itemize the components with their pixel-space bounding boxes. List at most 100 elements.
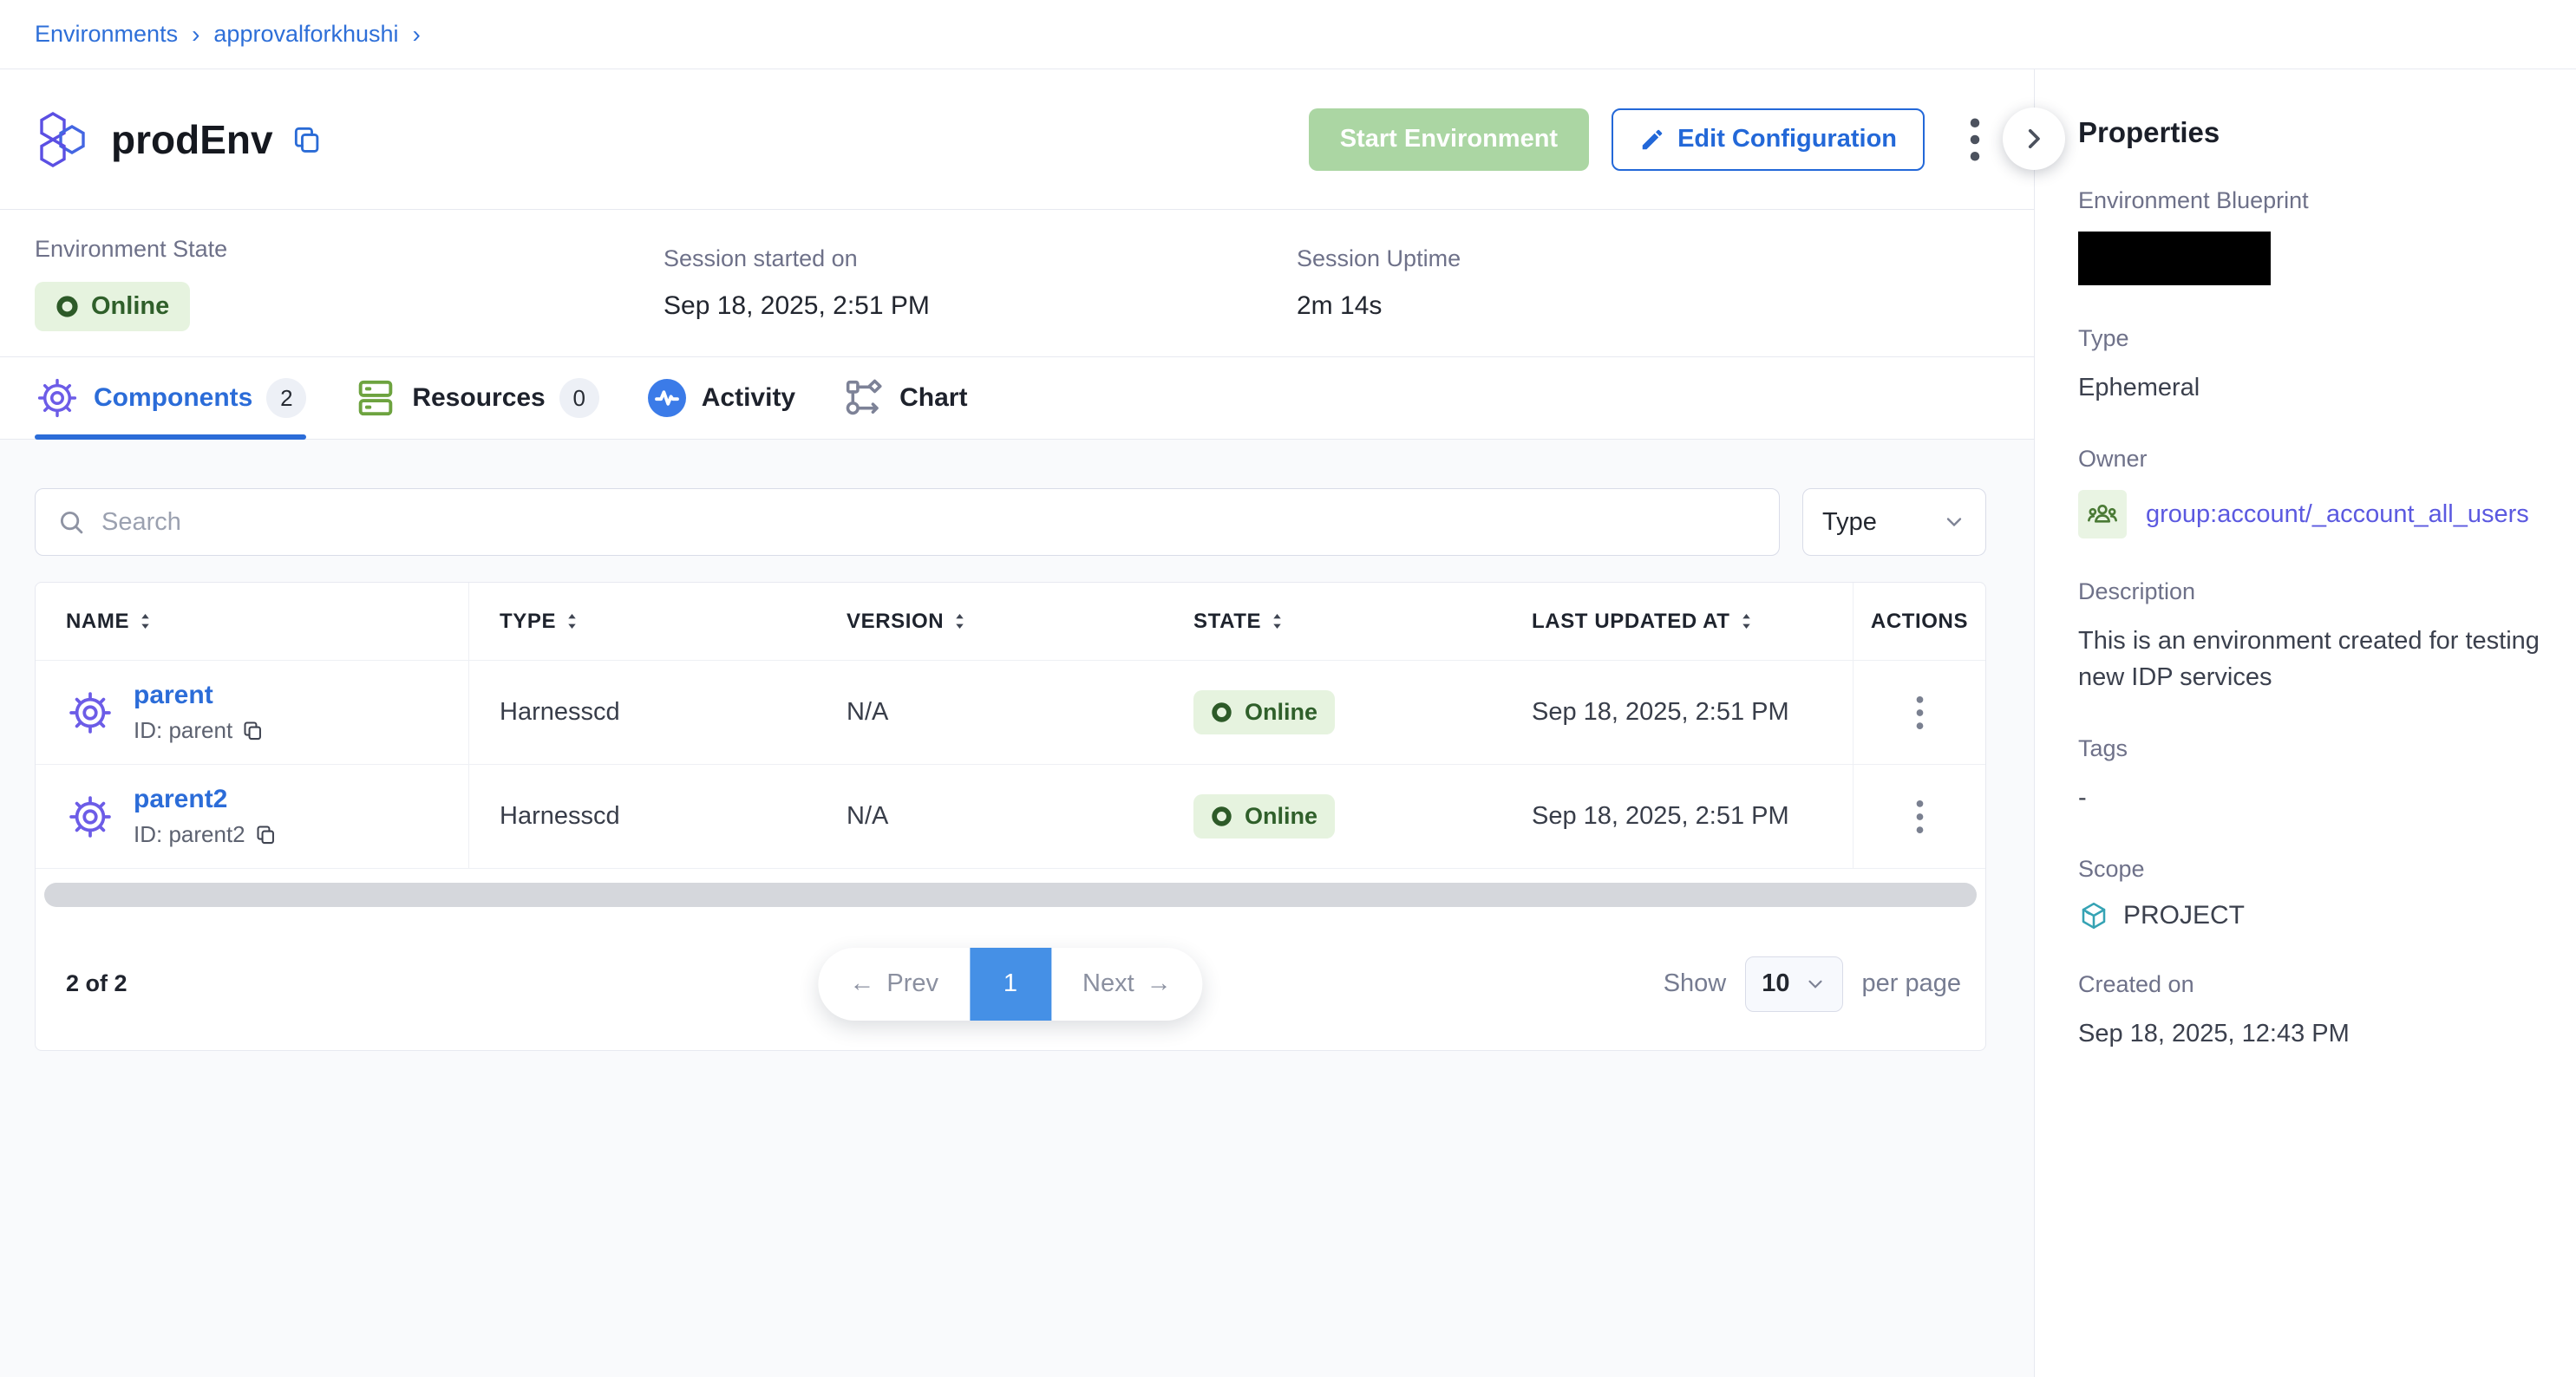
column-header-state[interactable]: STATE bbox=[1163, 583, 1501, 660]
session-uptime-label: Session Uptime bbox=[1297, 245, 1461, 272]
gear-icon bbox=[35, 375, 80, 421]
component-name-link[interactable]: parent bbox=[134, 681, 213, 709]
edit-configuration-button[interactable]: Edit Configuration bbox=[1612, 108, 1925, 171]
component-id: ID: parent bbox=[134, 717, 232, 744]
properties-panel: Properties Environment Blueprint Type Ep… bbox=[2034, 69, 2576, 1377]
tab-resources-label: Resources bbox=[412, 383, 545, 413]
tab-chart-label: Chart bbox=[899, 383, 967, 413]
properties-title: Properties bbox=[2078, 116, 2541, 149]
search-icon bbox=[56, 507, 86, 537]
redacted-blueprint-value bbox=[2078, 232, 2271, 285]
row-kebab-icon[interactable] bbox=[1915, 797, 1925, 837]
stack-icon bbox=[353, 375, 398, 421]
blueprint-label: Environment Blueprint bbox=[2078, 187, 2541, 214]
per-page-label: per page bbox=[1862, 969, 1962, 998]
column-header-last-updated[interactable]: LAST UPDATED AT bbox=[1501, 583, 1853, 660]
current-page-button[interactable]: 1 bbox=[970, 948, 1051, 1021]
start-environment-button[interactable]: Start Environment bbox=[1309, 108, 1589, 171]
status-badge: Online bbox=[1193, 690, 1335, 734]
owner-label: Owner bbox=[2078, 446, 2541, 473]
main-panel: prodEnv Start Environment Edit Configura… bbox=[0, 69, 2034, 1377]
status-badge-label: Online bbox=[1245, 803, 1317, 830]
breadcrumb-approvalforkhushi-link[interactable]: approvalforkhushi bbox=[213, 21, 398, 48]
sort-icon bbox=[954, 613, 965, 630]
arrow-left-icon: ← bbox=[849, 969, 874, 998]
components-table-card: NAME TYPE VERSION STATE bbox=[35, 582, 1986, 1051]
tab-chart[interactable]: Chart bbox=[842, 357, 967, 439]
tab-components-label: Components bbox=[94, 383, 252, 413]
component-last-updated: Sep 18, 2025, 2:51 PM bbox=[1501, 698, 1853, 727]
type-value: Ephemeral bbox=[2078, 369, 2541, 406]
column-header-type[interactable]: TYPE bbox=[469, 583, 816, 660]
next-page-button[interactable]: Next → bbox=[1051, 948, 1203, 1021]
horizontal-scrollbar[interactable] bbox=[44, 883, 1977, 907]
column-header-version[interactable]: VERSION bbox=[816, 583, 1163, 660]
component-name-link[interactable]: parent2 bbox=[134, 785, 227, 813]
sort-icon bbox=[1741, 613, 1752, 630]
chevron-down-icon bbox=[1804, 973, 1827, 995]
edit-configuration-label: Edit Configuration bbox=[1677, 125, 1897, 153]
search-input[interactable] bbox=[101, 508, 1758, 537]
tab-activity[interactable]: Activity bbox=[646, 357, 795, 439]
breadcrumb-environments-link[interactable]: Environments bbox=[35, 21, 178, 48]
row-kebab-icon[interactable] bbox=[1915, 693, 1925, 733]
kebab-icon[interactable] bbox=[1951, 108, 1999, 171]
copy-icon[interactable] bbox=[241, 719, 265, 742]
breadcrumb-separator: › bbox=[413, 21, 421, 49]
status-ring-icon bbox=[1211, 806, 1232, 827]
status-ring-icon bbox=[56, 295, 79, 318]
cube-icon bbox=[2078, 900, 2109, 931]
prev-page-label: Prev bbox=[886, 969, 938, 998]
created-on-label: Created on bbox=[2078, 971, 2541, 998]
gear-icon bbox=[66, 688, 114, 737]
type-label: Type bbox=[2078, 325, 2541, 352]
chevron-right-icon bbox=[2019, 124, 2049, 153]
hexagons-icon bbox=[35, 112, 90, 167]
pulse-icon bbox=[646, 377, 688, 419]
component-type: Harnesscd bbox=[469, 802, 816, 831]
column-header-actions: ACTIONS bbox=[1853, 583, 1985, 660]
show-label: Show bbox=[1664, 969, 1727, 998]
prev-page-button[interactable]: ← Prev bbox=[818, 948, 970, 1021]
component-last-updated: Sep 18, 2025, 2:51 PM bbox=[1501, 802, 1853, 831]
breadcrumb-separator: › bbox=[192, 21, 199, 49]
sort-icon bbox=[566, 613, 578, 630]
arrow-right-icon: → bbox=[1147, 969, 1172, 998]
tab-resources-count: 0 bbox=[559, 378, 599, 418]
component-version: N/A bbox=[816, 802, 1163, 831]
pager: ← Prev 1 Next → bbox=[818, 948, 1202, 1021]
column-header-name[interactable]: NAME bbox=[36, 583, 469, 660]
tab-resources[interactable]: Resources 0 bbox=[353, 357, 598, 439]
environment-state-label: Environment State bbox=[35, 236, 664, 263]
tags-value: - bbox=[2078, 780, 2541, 816]
owner-group-link[interactable]: group:account/_account_all_users bbox=[2146, 500, 2529, 529]
tab-components[interactable]: Components 2 bbox=[35, 357, 306, 439]
next-page-label: Next bbox=[1082, 969, 1134, 998]
column-header-name-label: NAME bbox=[66, 610, 129, 634]
description-value: This is an environment created for testi… bbox=[2078, 623, 2541, 695]
tab-bar: Components 2 Resources 0 bbox=[0, 357, 2034, 440]
pagination-bar: 2 of 2 ← Prev 1 Next → Show bbox=[36, 917, 1985, 1050]
copy-icon[interactable] bbox=[254, 823, 278, 846]
gear-icon bbox=[66, 793, 114, 841]
group-icon bbox=[2078, 490, 2127, 538]
environment-state-value: Online bbox=[91, 292, 169, 321]
component-type: Harnesscd bbox=[469, 698, 816, 727]
sort-icon bbox=[140, 613, 151, 630]
status-badge-label: Online bbox=[1245, 699, 1317, 726]
breadcrumb: Environments › approvalforkhushi › bbox=[0, 0, 2576, 69]
scope-label: Scope bbox=[2078, 856, 2541, 883]
column-header-last-updated-label: LAST UPDATED AT bbox=[1532, 610, 1730, 634]
page-size-value: 10 bbox=[1762, 969, 1789, 998]
tags-label: Tags bbox=[2078, 735, 2541, 762]
page-size-dropdown[interactable]: 10 bbox=[1745, 956, 1842, 1012]
component-version: N/A bbox=[816, 698, 1163, 727]
environment-state-badge: Online bbox=[35, 282, 190, 331]
scope-value: PROJECT bbox=[2123, 901, 2245, 930]
tab-activity-label: Activity bbox=[702, 383, 795, 413]
tab-components-count: 2 bbox=[266, 378, 306, 418]
copy-icon[interactable] bbox=[291, 123, 324, 156]
collapse-properties-button[interactable] bbox=[2003, 108, 2065, 170]
status-ring-icon bbox=[1211, 702, 1232, 723]
type-filter-dropdown[interactable]: Type bbox=[1802, 488, 1986, 556]
